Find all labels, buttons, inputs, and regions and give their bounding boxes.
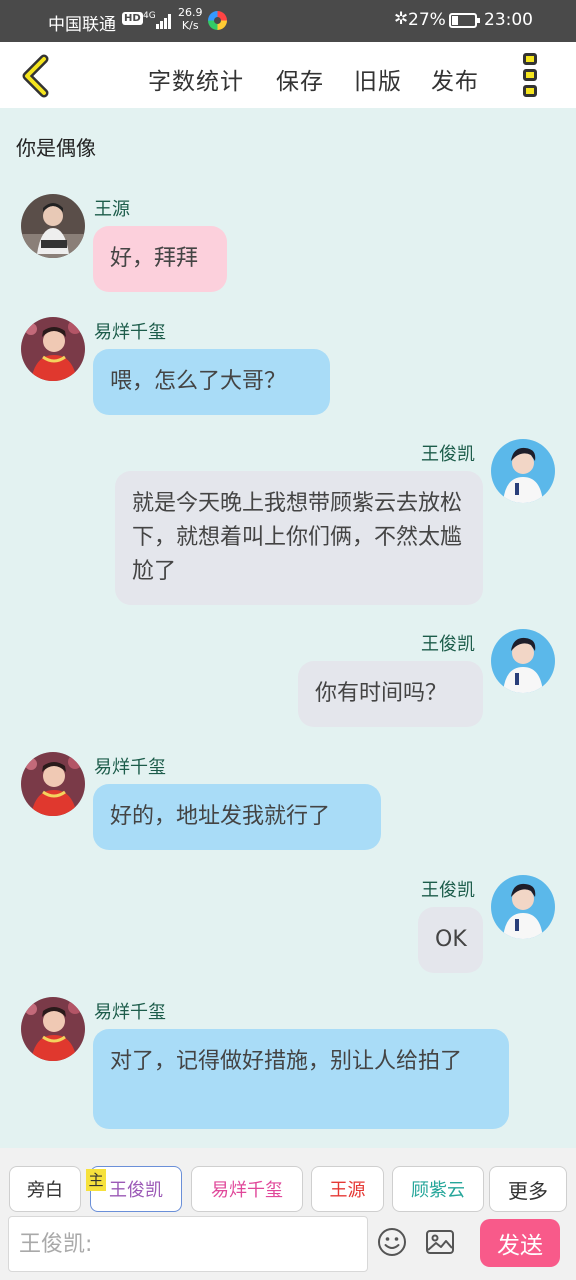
role-chip-narration[interactable]: 旁白 [9, 1166, 81, 1212]
avatar-photo [21, 194, 85, 258]
avatar-photo [21, 752, 85, 816]
message-bubble[interactable]: 好的，地址发我就行了 [93, 784, 381, 850]
more-menu-icon[interactable] [518, 53, 542, 99]
avatar-photo [21, 317, 85, 381]
bluetooth-icon: ✲ [394, 9, 409, 29]
send-button[interactable]: 发送 [480, 1219, 560, 1267]
role-chip-gu-ziyun[interactable]: 顾紫云 [392, 1166, 484, 1212]
old-version-button[interactable]: 旧版 [354, 62, 402, 96]
speaker-name: 易烊千玺 [94, 757, 166, 778]
role-chip-yi-yangqianxi[interactable]: 易烊千玺 [191, 1166, 303, 1212]
avatar-wang-junkai[interactable] [491, 629, 555, 693]
avatar-photo [491, 875, 555, 939]
message-input[interactable] [8, 1216, 368, 1272]
avatar-yi-yangqianxi[interactable] [21, 752, 85, 816]
message-bubble[interactable]: 就是今天晚上我想带顾紫云去放松下，就想着叫上你们俩，不然太尴尬了 [115, 471, 483, 605]
save-button[interactable]: 保存 [276, 62, 324, 96]
avatar-photo [491, 439, 555, 503]
message-bubble[interactable]: 对了，记得做好措施，别让人给拍了 [93, 1029, 509, 1129]
speaker-name: 易烊千玺 [94, 1002, 166, 1023]
battery-percent: 27% [408, 10, 446, 30]
avatar-photo [491, 629, 555, 693]
back-button[interactable] [16, 54, 60, 98]
network-type: 4G [143, 11, 156, 21]
top-toolbar: 字数统计 保存 旧版 发布 [0, 42, 576, 108]
message-bubble[interactable]: 好，拜拜 [93, 226, 227, 292]
avatar-yi-yangqianxi[interactable] [21, 317, 85, 381]
avatar-yi-yangqianxi[interactable] [21, 997, 85, 1061]
app-notification-icon [208, 11, 227, 30]
message-bubble[interactable]: 喂，怎么了大哥？ [93, 349, 330, 415]
speaker-name: 易烊千玺 [94, 322, 166, 343]
avatar-wang-junkai[interactable] [491, 439, 555, 503]
speaker-name: 王源 [94, 199, 130, 220]
avatar-wang-junkai[interactable] [491, 875, 555, 939]
publish-button[interactable]: 发布 [431, 62, 479, 96]
clock: 23:00 [484, 10, 533, 30]
word-count-button[interactable]: 字数统计 [148, 62, 244, 96]
message-bubble[interactable]: OK [418, 907, 483, 973]
signal-icon [156, 13, 172, 29]
status-bar: 中国联通 HD 4G 26.9 K/s ✲ 27% 23:00 [0, 0, 576, 42]
avatar-photo [21, 997, 85, 1061]
message-bubble[interactable]: 你有时间吗？ [298, 661, 483, 727]
emoji-icon[interactable] [376, 1226, 408, 1258]
back-chevron-icon [22, 54, 49, 98]
speaker-name: 王俊凯 [421, 880, 475, 901]
speaker-name: 王俊凯 [421, 444, 475, 465]
hd-badge: HD [122, 12, 143, 25]
role-chip-wang-yuan[interactable]: 王源 [311, 1166, 384, 1212]
network-speed: 26.9 K/s [178, 6, 203, 32]
avatar-wang-yuan[interactable] [21, 194, 85, 258]
image-icon[interactable] [424, 1226, 456, 1258]
speaker-name: 王俊凯 [421, 634, 475, 655]
battery-icon [449, 13, 480, 28]
story-title: 你是偶像 [16, 136, 96, 160]
more-roles-button[interactable]: 更多 [489, 1166, 567, 1212]
carrier-name: 中国联通 [48, 15, 116, 35]
main-role-badge: 主 [86, 1169, 106, 1191]
